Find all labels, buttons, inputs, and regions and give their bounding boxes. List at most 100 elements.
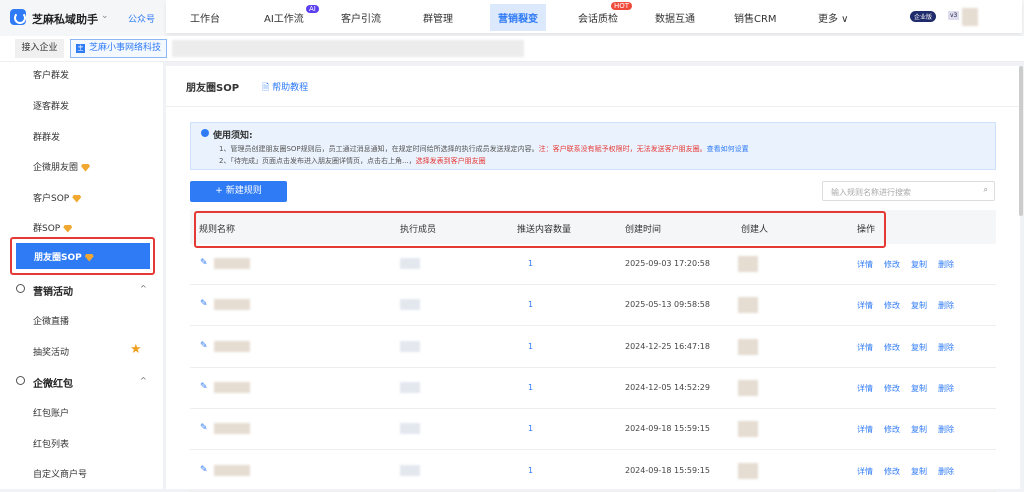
edit-link[interactable]: 修改 [884, 259, 900, 270]
edit-icon[interactable]: ✎ [200, 341, 208, 351]
new-rule-button[interactable]: + 新建规则 [190, 181, 287, 202]
edit-link[interactable]: 修改 [884, 342, 900, 353]
sidebar: 客户群发 逐客群发 群群发 企微朋友圈 客户SOP 群SOP 朋友圈SOP 营销… [0, 62, 163, 489]
copy-link[interactable]: 复制 [911, 300, 927, 311]
corp-tab-active[interactable]: 主芝麻小事网络科技 [70, 39, 167, 58]
brand-name[interactable]: 芝麻私域助手 [32, 11, 98, 27]
edit-link[interactable]: 修改 [884, 424, 900, 435]
diamond-icon [81, 163, 91, 172]
account-type-link[interactable]: 公众号 [128, 12, 155, 25]
notice-line-1: 1、管理员创建朋友圈SOP规则后，员工通过消息通知，在规定时间给所选择的执行成员… [219, 144, 749, 154]
member [400, 464, 420, 476]
label: 客户SOP [33, 194, 70, 204]
label: 朋友圈SOP [34, 253, 82, 263]
copy-link[interactable]: 复制 [911, 342, 927, 353]
delete-link[interactable]: 删除 [938, 259, 954, 270]
chevron-up-icon[interactable]: ^ [140, 284, 147, 293]
table-row: ✎ 1 2024-12-25 16:47:18 详情 修改 复制 删除 [190, 327, 996, 368]
details-link[interactable]: 详情 [857, 424, 873, 435]
nav-sales-crm[interactable]: 销售CRM [734, 10, 777, 25]
nav-workbench[interactable]: 工作台 [190, 10, 220, 25]
member [400, 340, 420, 352]
nav-customer-acquisition[interactable]: 客户引流 [341, 10, 381, 25]
sidebar-item-group-broadcast[interactable]: 群群发 [33, 130, 60, 143]
content-count[interactable]: 1 [528, 424, 533, 433]
rule-name [214, 381, 250, 393]
sidebar-item-live[interactable]: 企微直播 [33, 314, 69, 327]
edit-icon[interactable]: ✎ [200, 299, 208, 309]
setup-link[interactable]: 查看如何设置 [707, 145, 749, 153]
sidebar-item-list[interactable]: 红包列表 [33, 437, 69, 450]
copy-link[interactable]: 复制 [911, 466, 927, 477]
diamond-icon [72, 194, 82, 203]
content-count[interactable]: 1 [528, 466, 533, 475]
edit-icon[interactable]: ✎ [200, 382, 208, 392]
creator-avatar [738, 338, 758, 355]
created-time: 2024-09-18 15:59:15 [625, 465, 710, 475]
delete-link[interactable]: 删除 [938, 466, 954, 477]
search-input[interactable]: 输入规则名称进行搜索 ⌕ [822, 181, 995, 201]
content-count[interactable]: 1 [528, 383, 533, 392]
chevron-down-icon[interactable]: ⌄ [101, 11, 109, 21]
sidebar-item-moments-sop[interactable]: 朋友圈SOP [10, 237, 155, 275]
edit-icon[interactable]: ✎ [200, 465, 208, 475]
rule-name [214, 423, 250, 435]
content-count[interactable]: 1 [528, 342, 533, 351]
sidebar-item-account[interactable]: 红包账户 [33, 406, 69, 419]
sidebar-item-customer-sop[interactable]: 客户SOP [33, 191, 82, 204]
details-link[interactable]: 详情 [857, 259, 873, 270]
sidebar-item-merchant[interactable]: 自定义商户号 [33, 467, 87, 480]
edit-icon[interactable]: ✎ [200, 423, 208, 433]
content-count[interactable]: 1 [528, 259, 533, 268]
edit-link[interactable]: 修改 [884, 383, 900, 394]
join-corp-button[interactable]: 接入企业 [15, 39, 64, 58]
edit-icon[interactable]: ✎ [200, 258, 208, 268]
chevron-up-icon[interactable]: ^ [140, 376, 147, 385]
search-icon[interactable]: ⌕ [984, 185, 988, 195]
delete-link[interactable]: 删除 [938, 300, 954, 311]
copy-link[interactable]: 复制 [911, 259, 927, 270]
label: 企微朋友圈 [33, 163, 79, 173]
nav-more[interactable]: 更多 ∨ [818, 10, 849, 25]
details-link[interactable]: 详情 [857, 342, 873, 353]
section-marketing[interactable]: 营销活动 [33, 283, 73, 298]
help-link[interactable]: 🗎 帮助教程 [262, 80, 308, 96]
scrollbar[interactable] [1019, 66, 1023, 216]
sidebar-item-lottery[interactable]: 抽奖活动 [33, 345, 69, 358]
star-icon: ★ [130, 342, 142, 357]
edit-link[interactable]: 修改 [884, 300, 900, 311]
member [400, 423, 420, 435]
delete-link[interactable]: 删除 [938, 424, 954, 435]
sidebar-item-group-sop[interactable]: 群SOP [33, 221, 73, 234]
nav-ai-workflow[interactable]: AI工作流 [264, 10, 304, 25]
avatar[interactable] [962, 8, 978, 26]
nav-group-management[interactable]: 群管理 [423, 10, 453, 25]
main-nav: 工作台 AI工作流 AI 客户引流 群管理 营销裂变 会话质检 HOT 数据互通… [166, 0, 1022, 33]
details-link[interactable]: 详情 [857, 466, 873, 477]
other-corp-tabs[interactable] [172, 40, 524, 57]
sidebar-item-customer-broadcast[interactable]: 客户群发 [33, 68, 69, 81]
table-row: ✎ 1 2025-09-03 17:20:58 详情 修改 复制 删除 [190, 244, 996, 285]
creator-avatar [738, 462, 758, 479]
edit-link[interactable]: 修改 [884, 466, 900, 477]
content-count[interactable]: 1 [528, 300, 533, 309]
sidebar-item-moments[interactable]: 企微朋友圈 [33, 160, 91, 173]
notice-line-2: 2、「待完成」页面点击发布进入朋友圈详情页，点击右上角...，选择发表到客户朋友… [219, 156, 486, 166]
nav-data-sync[interactable]: 数据互通 [655, 10, 695, 25]
created-time: 2024-12-25 16:47:18 [625, 341, 710, 351]
nav-quality-check[interactable]: 会话质检 [578, 10, 618, 25]
copy-link[interactable]: 复制 [911, 424, 927, 435]
version-badge: v3 [948, 11, 960, 20]
table-row: ✎ 1 2024-12-05 14:52:29 详情 修改 复制 删除 [190, 368, 996, 409]
details-link[interactable]: 详情 [857, 300, 873, 311]
nav-marketing[interactable]: 营销裂变 [490, 4, 546, 31]
section-red-packet[interactable]: 企微红包 [33, 375, 73, 390]
creator-avatar [738, 297, 758, 314]
rule-name [214, 299, 250, 311]
delete-link[interactable]: 删除 [938, 342, 954, 353]
sidebar-item-sequential-broadcast[interactable]: 逐客群发 [33, 99, 69, 112]
copy-link[interactable]: 复制 [911, 383, 927, 394]
rule-name [214, 464, 250, 476]
delete-link[interactable]: 删除 [938, 383, 954, 394]
details-link[interactable]: 详情 [857, 383, 873, 394]
